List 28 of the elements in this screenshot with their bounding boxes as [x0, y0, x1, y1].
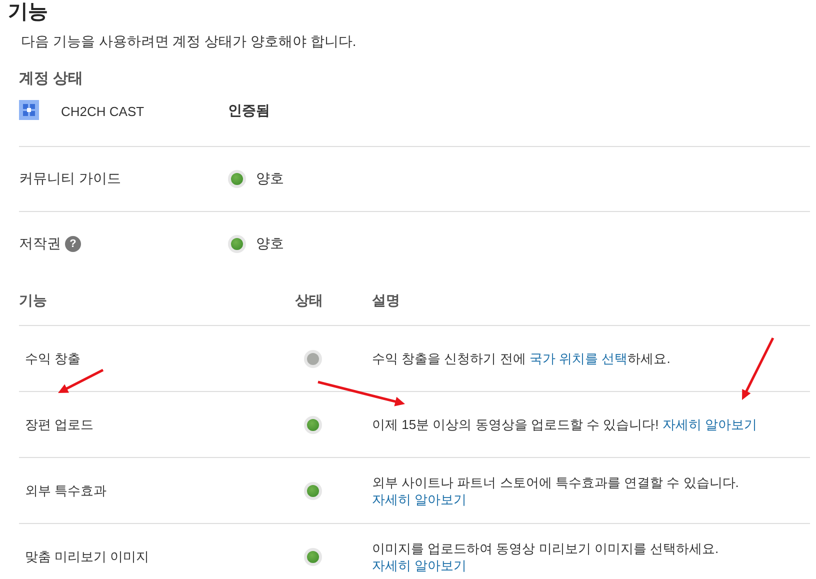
feature-name: 맞춤 미리보기 이미지 — [25, 548, 150, 564]
intro-text: 다음 기능을 사용하려면 계정 상태가 양호해야 합니다. — [21, 33, 358, 51]
feature-name: 수익 창출 — [25, 350, 81, 366]
section-heading: 계정 상태 — [19, 69, 84, 88]
feature-description: 이제 15분 이상의 동영상을 업로드할 수 있습니다! 자세히 알아보기 — [372, 416, 758, 433]
channel-name: CH2CH CAST — [61, 104, 144, 118]
feature-description: 이미지를 업로드하여 동영상 미리보기 이미지를 선택하세요. 자세히 알아보기 — [372, 540, 720, 574]
status-label: 커뮤니티 가이드 — [19, 170, 121, 188]
feature-name: 외부 특수효과 — [25, 482, 107, 498]
status-label: 저작권 — [19, 235, 61, 253]
column-header: 기능 — [19, 292, 47, 308]
annotation-arrow — [742, 337, 774, 400]
feature-description: 수익 창출을 신청하기 전에 국가 위치를 선택하세요. — [372, 350, 672, 367]
annotation-arrow — [58, 368, 104, 393]
link[interactable]: 자세히 알아보기 — [372, 492, 467, 506]
column-header: 상태 — [295, 292, 323, 308]
channel-avatar-icon — [19, 100, 39, 120]
status-value: 양호 — [256, 170, 284, 188]
link[interactable]: 국가 위치를 선택 — [529, 351, 628, 366]
status-value: 양호 — [256, 235, 284, 253]
feature-description: 외부 사이트나 파트너 스토어에 특수효과를 연결할 수 있습니다. 자세히 알아보기 — [372, 474, 740, 508]
column-header: 설명 — [372, 292, 400, 308]
link[interactable]: 자세히 알아보기 — [662, 417, 757, 432]
verification-status: 인증됨 — [228, 102, 270, 120]
link[interactable]: 자세히 알아보기 — [372, 558, 467, 572]
feature-name: 장편 업로드 — [25, 416, 94, 432]
help-icon[interactable]: ? — [65, 236, 81, 252]
page-title: 기능 — [8, 0, 49, 24]
